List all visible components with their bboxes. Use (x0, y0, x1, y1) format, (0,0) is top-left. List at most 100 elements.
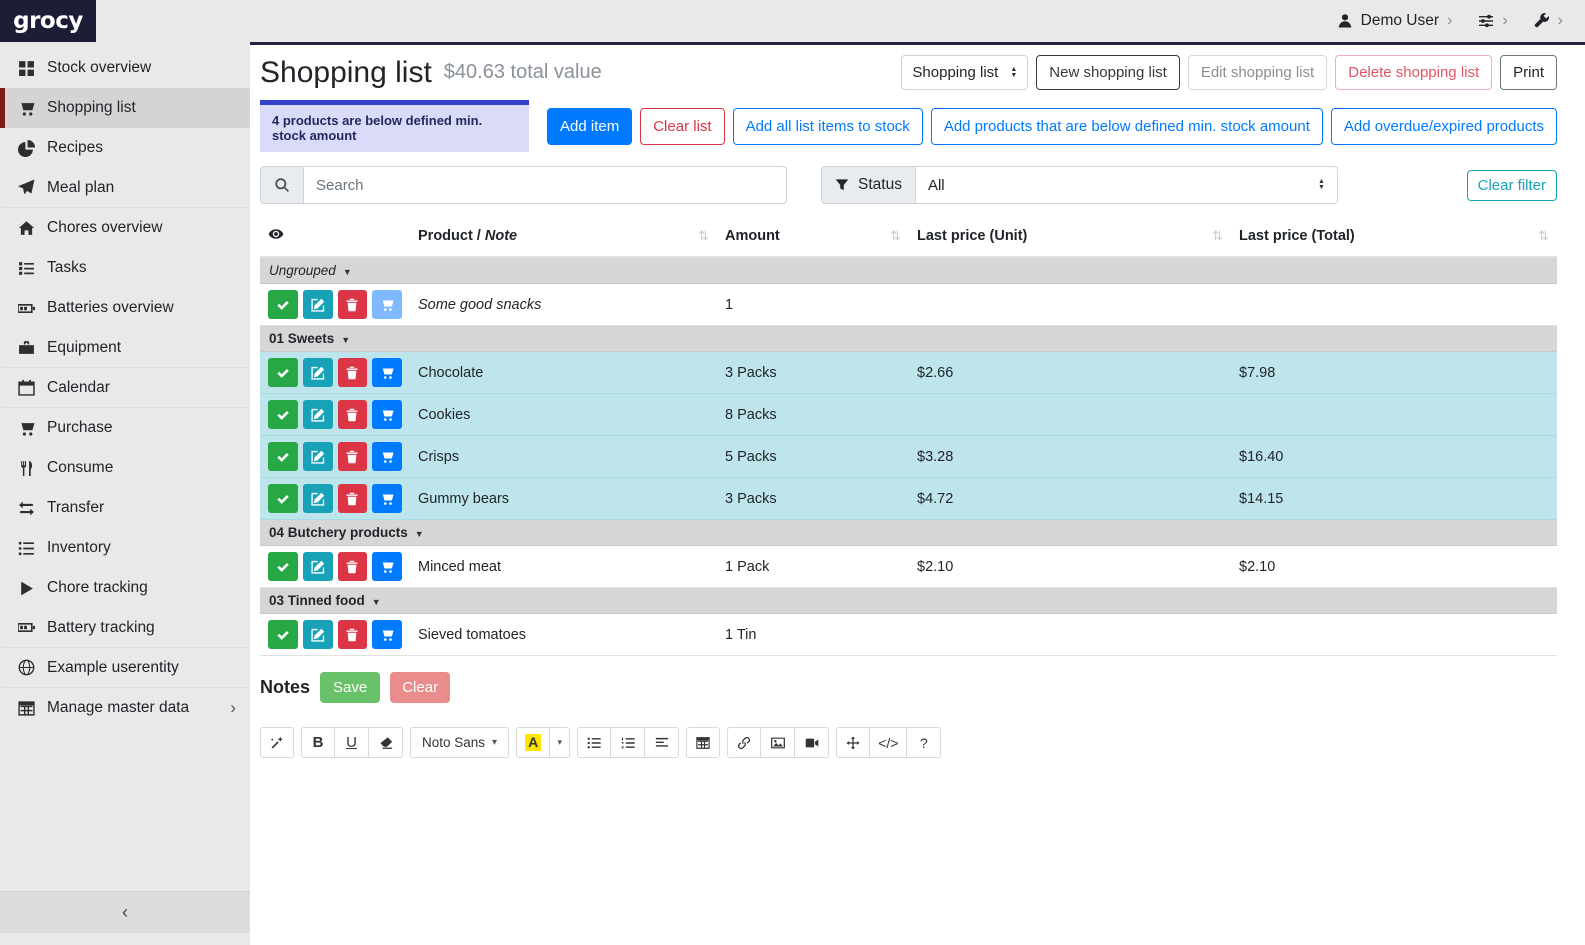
sidebar-item-battery-tracking[interactable]: Battery tracking (0, 608, 250, 648)
sidebar-item-meal-plan[interactable]: Meal plan (0, 168, 250, 208)
settings-menu[interactable]: › (1478, 12, 1507, 30)
insert-table-button[interactable] (686, 727, 720, 758)
add-below-min-stock-button[interactable]: Add products that are below defined min.… (931, 108, 1323, 145)
notes-clear-button[interactable]: Clear (390, 672, 450, 703)
amount-column-header[interactable]: Amount ⇅ (717, 216, 909, 257)
delete-item-button[interactable] (338, 358, 368, 387)
edit-item-button[interactable] (303, 290, 333, 319)
add-to-stock-button[interactable] (372, 358, 402, 387)
insert-picture-button[interactable] (761, 727, 795, 758)
sidebar-item-manage-master-data[interactable]: Manage master data › (0, 688, 250, 728)
delete-item-button[interactable] (338, 552, 368, 581)
last-price-total-column-header[interactable]: Last price (Total) ⇅ (1231, 216, 1557, 257)
sidebar-item-equipment[interactable]: Equipment (0, 328, 250, 368)
mark-done-button[interactable] (268, 484, 298, 513)
notes-save-button[interactable]: Save (320, 672, 380, 703)
edit-item-button[interactable] (303, 620, 333, 649)
font-color-button[interactable]: A (516, 727, 550, 758)
mark-done-button[interactable] (268, 620, 298, 649)
visibility-column-header[interactable] (260, 216, 410, 257)
edit-item-button[interactable] (303, 442, 333, 471)
mark-done-button[interactable] (268, 552, 298, 581)
add-to-stock-button[interactable] (372, 400, 402, 429)
inventory-list-icon (18, 540, 35, 557)
sidebar-item-chore-tracking[interactable]: Chore tracking (0, 568, 250, 608)
add-overdue-button[interactable]: Add overdue/expired products (1331, 108, 1557, 145)
clear-format-button[interactable] (369, 727, 403, 758)
page-title: Shopping list (260, 56, 432, 90)
edit-item-button[interactable] (303, 400, 333, 429)
table-row: Minced meat 1 Pack $2.10 $2.10 (260, 546, 1557, 588)
edit-item-button[interactable] (303, 484, 333, 513)
min-stock-banner[interactable]: 4 products are below defined min. stock … (260, 100, 529, 152)
add-to-stock-button[interactable] (372, 442, 402, 471)
help-button[interactable]: ? (907, 727, 941, 758)
sidebar-item-recipes[interactable]: Recipes (0, 128, 250, 168)
group-header-tinned-food[interactable]: 03 Tinned food▼ (260, 588, 1557, 614)
sidebar-item-example-userentity[interactable]: Example userentity (0, 648, 250, 688)
mark-done-button[interactable] (268, 358, 298, 387)
trash-icon (345, 298, 359, 312)
delete-item-button[interactable] (338, 442, 368, 471)
code-view-button[interactable]: </> (870, 727, 907, 758)
status-filter-select[interactable]: All ▲▼ (916, 166, 1338, 204)
search-input[interactable] (304, 166, 787, 204)
sidebar-item-stock-overview[interactable]: Stock overview (0, 48, 250, 88)
app-logo[interactable]: grocy (0, 0, 96, 42)
sidebar-item-chores-overview[interactable]: Chores overview (0, 208, 250, 248)
admin-menu[interactable]: › (1534, 12, 1563, 30)
sidebar-item-consume[interactable]: Consume (0, 448, 250, 488)
mark-done-button[interactable] (268, 400, 298, 429)
sidebar-item-inventory[interactable]: Inventory (0, 528, 250, 568)
delete-item-button[interactable] (338, 484, 368, 513)
bold-button[interactable]: B (301, 727, 335, 758)
mark-done-button[interactable] (268, 442, 298, 471)
print-button[interactable]: Print (1500, 55, 1557, 90)
insert-video-button[interactable] (795, 727, 829, 758)
fullscreen-button[interactable] (836, 727, 870, 758)
sidebar-item-calendar[interactable]: Calendar (0, 368, 250, 408)
edit-shopping-list-button[interactable]: Edit shopping list (1188, 55, 1327, 90)
edit-item-button[interactable] (303, 358, 333, 387)
group-header-butchery[interactable]: 04 Butchery products▼ (260, 520, 1557, 546)
sidebar-item-transfer[interactable]: Transfer (0, 488, 250, 528)
delete-item-button[interactable] (338, 400, 368, 429)
add-to-stock-button[interactable] (372, 620, 402, 649)
edit-item-button[interactable] (303, 552, 333, 581)
last-price-unit-column-header[interactable]: Last price (Unit) ⇅ (909, 216, 1231, 257)
underline-button[interactable]: U (335, 727, 369, 758)
font-family-dropdown[interactable]: Noto Sans ▾ (410, 727, 509, 758)
insert-link-button[interactable] (727, 727, 761, 758)
sidebar-item-purchase[interactable]: Purchase (0, 408, 250, 448)
sidebar-item-batteries-overview[interactable]: Batteries overview (0, 288, 250, 328)
add-item-button[interactable]: Add item (547, 108, 632, 145)
delete-item-button[interactable] (338, 620, 368, 649)
mark-done-button[interactable] (268, 290, 298, 319)
delete-shopping-list-button[interactable]: Delete shopping list (1335, 55, 1492, 90)
group-header-sweets[interactable]: 01 Sweets▼ (260, 326, 1557, 352)
new-shopping-list-button[interactable]: New shopping list (1036, 55, 1180, 90)
chevron-right-icon: › (1447, 12, 1452, 30)
product-column-header[interactable]: Product / Note ⇅ (410, 216, 717, 257)
sidebar-item-tasks[interactable]: Tasks (0, 248, 250, 288)
delete-item-button[interactable] (338, 290, 368, 319)
add-to-stock-button[interactable] (372, 552, 402, 581)
paragraph-align-button[interactable] (645, 727, 679, 758)
check-icon (276, 628, 290, 642)
add-to-stock-button[interactable] (372, 484, 402, 513)
shopping-list-select[interactable]: Shopping list ▲▼ (901, 55, 1028, 90)
unordered-list-button[interactable] (577, 727, 611, 758)
sidebar-item-shopping-list[interactable]: Shopping list (0, 88, 250, 128)
add-all-to-stock-button[interactable]: Add all list items to stock (733, 108, 923, 145)
clear-list-button[interactable]: Clear list (640, 108, 724, 145)
font-color-dropdown[interactable]: ▾ (550, 727, 570, 758)
sidebar-item-label: Consume (47, 459, 113, 477)
sidebar-collapse-button[interactable]: ‹ (0, 891, 250, 933)
notes-edit-area[interactable] (260, 758, 1557, 945)
group-header-ungrouped[interactable]: Ungrouped▼ (260, 257, 1557, 284)
add-to-cart-icon (380, 366, 394, 380)
user-menu[interactable]: Demo User › (1337, 12, 1453, 30)
clear-filter-button[interactable]: Clear filter (1467, 170, 1557, 201)
magic-wand-button[interactable] (260, 727, 294, 758)
ordered-list-button[interactable] (611, 727, 645, 758)
